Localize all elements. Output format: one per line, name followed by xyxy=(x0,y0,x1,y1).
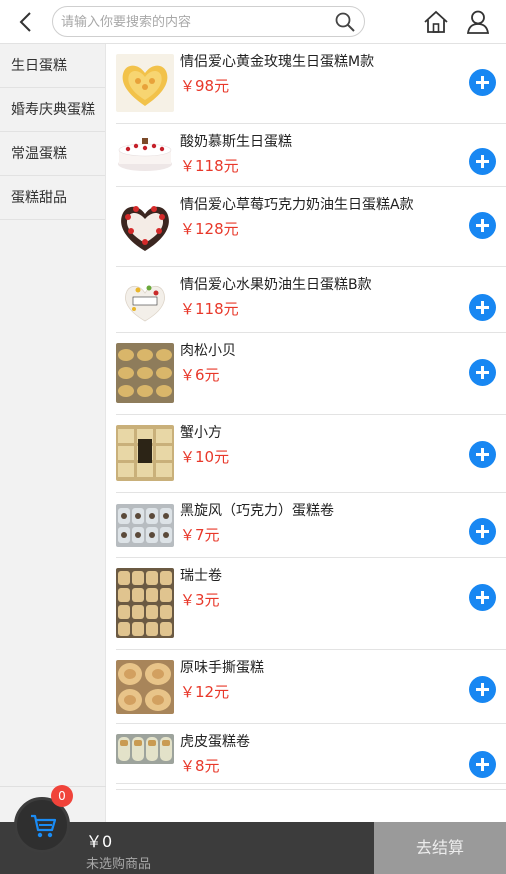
back-button[interactable] xyxy=(14,10,38,34)
add-to-cart-button[interactable] xyxy=(469,751,496,778)
product-item[interactable]: 黑旋风（巧克力）蛋糕卷 ￥7元 xyxy=(116,493,506,558)
product-price: ￥12元 xyxy=(180,683,230,701)
add-to-cart-button[interactable] xyxy=(469,676,496,703)
product-image xyxy=(116,343,174,403)
product-item[interactable]: 原味手撕蛋糕 ￥12元 xyxy=(116,650,506,724)
product-item[interactable]: 肉松小贝 ￥6元 xyxy=(116,333,506,415)
product-name: 情侣爱心草莓巧克力奶油生日蛋糕A款 xyxy=(180,197,414,213)
category-sidebar: 生日蛋糕 婚寿庆典蛋糕 常温蛋糕 蛋糕甜品 xyxy=(0,44,106,822)
cart-count-badge: 0 xyxy=(51,785,73,807)
cart-total: ￥0 xyxy=(86,832,113,851)
product-price: ￥98元 xyxy=(180,77,230,95)
product-image xyxy=(116,504,174,547)
product-image xyxy=(116,197,174,255)
product-price: ￥128元 xyxy=(180,220,239,238)
product-name: 肉松小贝 xyxy=(180,343,236,359)
search-box xyxy=(52,6,365,37)
sidebar-item-celebration-cake[interactable]: 婚寿庆典蛋糕 xyxy=(0,88,105,132)
product-price: ￥7元 xyxy=(180,526,220,544)
add-to-cart-button[interactable] xyxy=(469,294,496,321)
add-to-cart-button[interactable] xyxy=(469,518,496,545)
add-to-cart-button[interactable] xyxy=(469,584,496,611)
product-name: 蟹小方 xyxy=(180,425,222,441)
search-input[interactable] xyxy=(61,12,331,32)
product-price: ￥8元 xyxy=(180,757,220,775)
product-image xyxy=(116,134,174,174)
sidebar-item-room-temp-cake[interactable]: 常温蛋糕 xyxy=(0,132,105,176)
add-to-cart-button[interactable] xyxy=(469,359,496,386)
product-item[interactable]: 虎皮蛋糕卷 ￥8元 xyxy=(116,724,506,784)
product-item[interactable]: 瑞士卷 ￥3元 xyxy=(116,558,506,650)
product-price: ￥118元 xyxy=(180,300,239,318)
sidebar-item-cake-dessert[interactable]: 蛋糕甜品 xyxy=(0,176,105,220)
product-name: 瑞士卷 xyxy=(180,568,222,584)
cart-hint: 未选购商品 xyxy=(86,857,152,872)
product-item[interactable]: 情侣爱心草莓巧克力奶油生日蛋糕A款 ￥128元 xyxy=(116,187,506,267)
product-price: ￥6元 xyxy=(180,366,220,384)
product-image xyxy=(116,734,174,764)
add-to-cart-button[interactable] xyxy=(469,148,496,175)
product-price: ￥10元 xyxy=(180,448,230,466)
add-to-cart-button[interactable] xyxy=(469,441,496,468)
product-name: 情侣爱心水果奶油生日蛋糕B款 xyxy=(180,277,372,293)
product-item[interactable]: 蟹小方 ￥10元 xyxy=(116,415,506,493)
add-to-cart-button[interactable] xyxy=(469,69,496,96)
product-name: 情侣爱心黄金玫瑰生日蛋糕M款 xyxy=(180,54,375,70)
product-list: 情侣爱心黄金玫瑰生日蛋糕M款 ￥98元 酸奶慕斯生日蛋糕 ￥118元 情侣爱心草… xyxy=(106,44,506,822)
product-image xyxy=(116,425,174,481)
product-name: 黑旋风（巧克力）蛋糕卷 xyxy=(180,503,334,519)
cart-icon xyxy=(31,814,56,838)
home-icon[interactable] xyxy=(423,10,449,34)
add-to-cart-button[interactable] xyxy=(469,212,496,239)
product-image xyxy=(116,54,174,112)
product-image xyxy=(116,275,174,325)
product-item[interactable]: 情侣爱心黄金玫瑰生日蛋糕M款 ￥98元 xyxy=(116,44,506,124)
search-icon[interactable] xyxy=(334,11,356,33)
user-icon[interactable] xyxy=(465,9,491,35)
product-item[interactable]: 酸奶慕斯生日蛋糕 ￥118元 xyxy=(116,124,506,187)
product-name: 虎皮蛋糕卷 xyxy=(180,734,250,750)
product-image xyxy=(116,568,174,638)
list-end-divider xyxy=(116,784,506,790)
product-name: 酸奶慕斯生日蛋糕 xyxy=(180,134,292,150)
product-image xyxy=(116,660,174,714)
product-name: 原味手撕蛋糕 xyxy=(180,660,264,676)
product-item[interactable]: 情侣爱心水果奶油生日蛋糕B款 ￥118元 xyxy=(116,267,506,333)
sidebar-item-birthday-cake[interactable]: 生日蛋糕 xyxy=(0,44,105,88)
product-price: ￥3元 xyxy=(180,591,220,609)
chevron-left-icon xyxy=(19,12,31,32)
product-price: ￥118元 xyxy=(180,157,239,175)
top-header xyxy=(0,0,506,44)
cart-bar: ￥0 未选购商品 去结算 xyxy=(0,822,506,874)
checkout-button[interactable]: 去结算 xyxy=(374,822,506,874)
